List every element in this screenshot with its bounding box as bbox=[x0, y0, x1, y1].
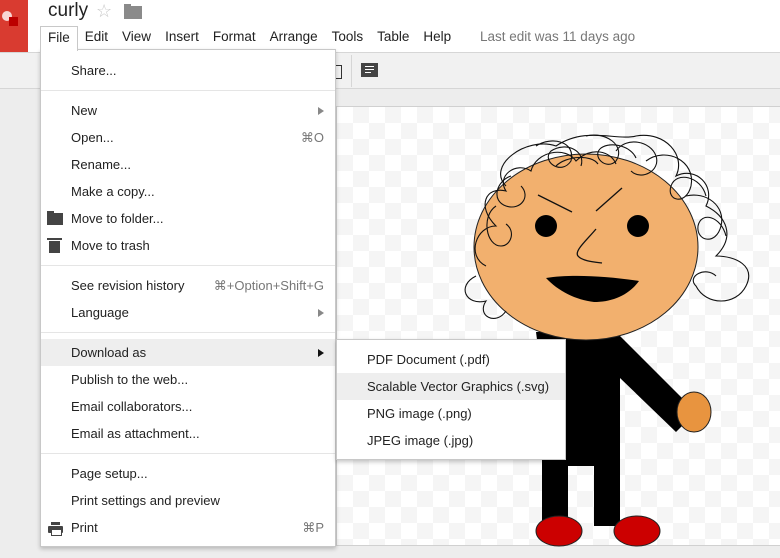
menu-view[interactable]: View bbox=[115, 26, 158, 50]
submenu-arrow-icon bbox=[318, 309, 324, 317]
document-title[interactable]: curly bbox=[48, 0, 88, 22]
shortcut-label: ⌘O bbox=[300, 130, 324, 145]
right-shoe bbox=[613, 515, 661, 547]
menu-item-revision-history[interactable]: See revision history ⌘+Option+Shift+G bbox=[41, 272, 335, 299]
menu-item-label: Move to trash bbox=[71, 238, 150, 253]
menu-item-download-as[interactable]: Download as bbox=[41, 339, 335, 366]
left-shoe bbox=[535, 515, 583, 547]
curly-drawing[interactable] bbox=[336, 106, 780, 558]
app-logo[interactable] bbox=[0, 0, 28, 52]
submenu-arrow-icon bbox=[318, 349, 324, 357]
trash-icon bbox=[47, 238, 62, 253]
file-menu: Share... New Open... ⌘O Rename... Make a … bbox=[40, 49, 336, 547]
print-icon bbox=[48, 522, 63, 536]
menu-edit[interactable]: Edit bbox=[78, 26, 115, 50]
menu-separator bbox=[41, 265, 335, 266]
menu-item-label: Move to folder... bbox=[71, 211, 164, 226]
submenu-item-svg[interactable]: Scalable Vector Graphics (.svg) bbox=[337, 373, 565, 400]
menu-item-label: New bbox=[71, 103, 98, 118]
header: curly ☆ File Edit View Insert Format Arr… bbox=[0, 0, 780, 52]
menu-item-move-to-trash[interactable]: Move to trash bbox=[41, 232, 335, 259]
left-eye bbox=[535, 215, 557, 237]
menu-item-share[interactable]: Share... bbox=[41, 57, 335, 84]
submenu-item-pdf[interactable]: PDF Document (.pdf) bbox=[337, 346, 565, 373]
download-as-submenu: PDF Document (.pdf) Scalable Vector Grap… bbox=[336, 339, 566, 460]
menu-item-label: Language bbox=[71, 305, 129, 320]
menu-item-label: Print settings and preview bbox=[71, 493, 220, 508]
menu-item-make-copy[interactable]: Make a copy... bbox=[41, 178, 335, 205]
menu-item-label: Publish to the web... bbox=[71, 372, 189, 387]
menu-item-new[interactable]: New bbox=[41, 97, 335, 124]
folder-icon[interactable] bbox=[124, 4, 142, 19]
menu-separator bbox=[41, 332, 335, 333]
menu-item-label: Email as attachment... bbox=[71, 426, 200, 441]
menu-item-label: Rename... bbox=[71, 157, 131, 172]
menu-item-label: Page setup... bbox=[71, 466, 148, 481]
menu-separator bbox=[41, 90, 335, 91]
comment-icon[interactable] bbox=[361, 63, 378, 77]
menu-item-page-setup[interactable]: Page setup... bbox=[41, 460, 335, 487]
menu-item-label: Share... bbox=[71, 63, 117, 78]
menu-insert[interactable]: Insert bbox=[158, 26, 206, 50]
submenu-item-jpg[interactable]: JPEG image (.jpg) bbox=[337, 427, 565, 454]
menu-item-rename[interactable]: Rename... bbox=[41, 151, 335, 178]
menu-item-email-attachment[interactable]: Email as attachment... bbox=[41, 420, 335, 447]
toolbar-divider bbox=[351, 55, 352, 87]
folder-icon bbox=[47, 211, 63, 225]
last-edit-status[interactable]: Last edit was 11 days ago bbox=[480, 29, 635, 44]
menubar: File Edit View Insert Format Arrange Too… bbox=[40, 26, 458, 51]
menu-item-label: See revision history bbox=[71, 278, 185, 293]
submenu-arrow-icon bbox=[318, 107, 324, 115]
menu-item-open[interactable]: Open... ⌘O bbox=[41, 124, 335, 151]
star-icon[interactable]: ☆ bbox=[96, 1, 112, 22]
face bbox=[473, 153, 699, 341]
menu-arrange[interactable]: Arrange bbox=[263, 26, 325, 50]
menu-separator bbox=[41, 453, 335, 454]
menu-item-label: Make a copy... bbox=[71, 184, 155, 199]
menu-format[interactable]: Format bbox=[206, 26, 263, 50]
shortcut-label: ⌘+Option+Shift+G bbox=[213, 278, 324, 293]
menu-tools[interactable]: Tools bbox=[325, 26, 371, 50]
menu-item-label: Email collaborators... bbox=[71, 399, 193, 414]
menu-item-print-settings[interactable]: Print settings and preview bbox=[41, 487, 335, 514]
menu-item-move-to-folder[interactable]: Move to folder... bbox=[41, 205, 335, 232]
menu-item-label: Download as bbox=[71, 345, 147, 360]
menu-item-label: Print bbox=[71, 520, 98, 535]
drawings-app: curly ☆ File Edit View Insert Format Arr… bbox=[0, 0, 780, 558]
menu-item-print[interactable]: Print ⌘P bbox=[41, 514, 335, 541]
menu-table[interactable]: Table bbox=[370, 26, 416, 50]
menu-file[interactable]: File bbox=[40, 26, 78, 51]
menu-help[interactable]: Help bbox=[416, 26, 458, 50]
menu-item-language[interactable]: Language bbox=[41, 299, 335, 326]
shortcut-label: ⌘P bbox=[302, 520, 324, 535]
right-eye bbox=[627, 215, 649, 237]
menu-item-publish[interactable]: Publish to the web... bbox=[41, 366, 335, 393]
menu-item-label: Open... bbox=[71, 130, 114, 145]
hand bbox=[676, 391, 712, 433]
submenu-item-png[interactable]: PNG image (.png) bbox=[337, 400, 565, 427]
menu-item-email-collaborators[interactable]: Email collaborators... bbox=[41, 393, 335, 420]
